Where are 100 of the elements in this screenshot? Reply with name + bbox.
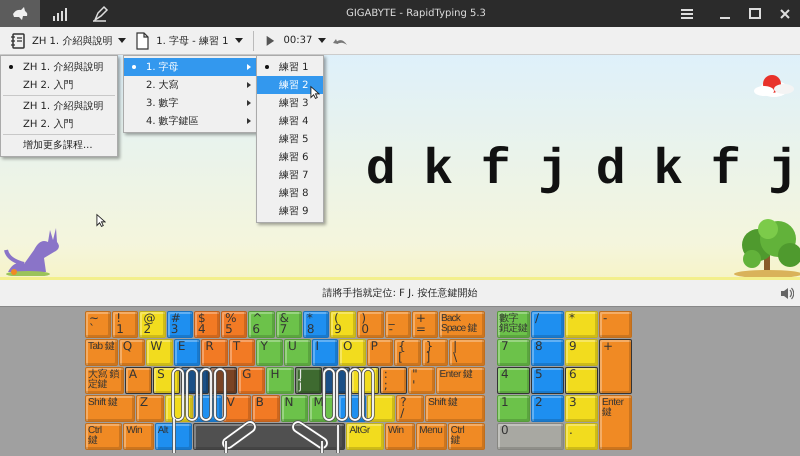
speaker-icon[interactable]: [780, 287, 794, 300]
keyboard-key: 9: [565, 339, 598, 366]
menu-item[interactable]: 練習 9: [257, 202, 323, 220]
menu-item[interactable]: 2. 大寫: [124, 76, 256, 94]
menu-item[interactable]: 練習 6: [257, 148, 323, 166]
keyboard-key: Enter 鍵: [436, 367, 485, 394]
lesson-letter: k: [652, 143, 684, 199]
keyboard-key: Back Space 鍵: [439, 311, 485, 338]
lesson-letter: j: [537, 143, 570, 199]
keyboard-key: J j: [294, 367, 322, 394]
submenu-arrow-icon: [247, 64, 251, 70]
keyboard-key: _ -: [384, 311, 411, 338]
keyboard-key: } ]: [422, 339, 448, 366]
keyboard-key: G: [238, 367, 266, 394]
menu-item[interactable]: 練習 1: [257, 58, 323, 76]
menu-item[interactable]: ZH 2. 入門: [1, 115, 117, 133]
keyboard-key: /: [531, 311, 564, 338]
keyboard-key: 大寫 鎖定鍵: [85, 367, 124, 394]
caret-icon: [118, 38, 126, 44]
timer-dropdown[interactable]: 00:37: [280, 30, 330, 52]
nav-tab[interactable]: [0, 0, 40, 27]
lesson-letter: d: [364, 143, 397, 199]
mouse-pointer-icon: [310, 85, 320, 100]
notebook-icon: [10, 32, 26, 50]
keyboard-key: & 7: [276, 311, 302, 338]
keyboard-key: Win: [384, 423, 416, 450]
menu-item[interactable]: ZH 1. 介紹與說明: [1, 97, 117, 115]
keyboard-key: 2: [531, 395, 564, 422]
keyboard-key: : ;: [380, 367, 408, 394]
submenu-arrow-icon: [247, 100, 251, 106]
menu-item[interactable]: 練習 5: [257, 130, 323, 148]
keyboard-key: + =: [412, 311, 438, 338]
menu-item[interactable]: 3. 數字: [124, 94, 256, 112]
menu-item[interactable]: 增加更多課程...: [1, 136, 117, 154]
keyboard-key: Y: [256, 339, 283, 366]
menu-item[interactable]: 練習 7: [257, 166, 323, 184]
keyboard-key: Q: [118, 339, 146, 366]
menu-icon[interactable]: [680, 6, 694, 20]
keyboard-key: P: [366, 339, 394, 366]
keyboard-key: U: [284, 339, 311, 366]
keyboard-key: 0: [497, 423, 564, 450]
close-icon[interactable]: [778, 6, 792, 20]
keyboard-key: ^ 6: [248, 311, 275, 338]
course-dropdown[interactable]: ZH 1. 介紹與說明: [6, 30, 130, 52]
keyboard-key: B: [252, 395, 280, 422]
keyboard-key: 8: [531, 339, 564, 366]
menu-item[interactable]: ZH 2. 入門: [1, 76, 117, 94]
menu-item[interactable]: 練習 4: [257, 112, 323, 130]
lesson-letter: f: [480, 143, 512, 199]
menu-item[interactable]: 4. 數字鍵區: [124, 112, 256, 130]
keyboard-key: ? /: [396, 395, 424, 422]
maximize-icon[interactable]: [748, 6, 762, 20]
keyboard-key: Ctrl 鍵: [85, 423, 122, 450]
lesson-letter: d: [594, 143, 627, 199]
pen-icon: [90, 4, 110, 22]
keyboard-key: A: [124, 367, 152, 394]
keyboard-key: Tab 鍵: [85, 339, 118, 366]
keyboard-key: 6: [565, 367, 598, 394]
keyboard-key: 4: [497, 367, 530, 394]
keyboard-key: | \: [449, 339, 485, 366]
keyboard-key: { [: [394, 339, 421, 366]
keyboard-key: Menu: [416, 423, 447, 450]
keyboard-key: ! 1: [112, 311, 138, 338]
keyboard-key: Enter 鍵: [599, 395, 632, 450]
play-icon[interactable]: [264, 34, 275, 46]
keyboard-key: .: [565, 423, 598, 450]
keyboard-key: R: [201, 339, 228, 366]
keyboard-key: Z: [136, 395, 164, 422]
keyboard-key: ) 0: [357, 311, 384, 338]
keyboard-key: 數字 鎖定鍵: [497, 311, 530, 338]
keyboard-key: I: [312, 339, 338, 366]
keyboard-key: Win: [123, 423, 154, 450]
keyboard-key: 7: [497, 339, 530, 366]
caret-icon: [318, 38, 326, 44]
menu-item[interactable]: ZH 1. 介紹與說明: [1, 58, 117, 76]
keyboard-key: 3: [565, 395, 598, 422]
keyboard-key: *: [565, 311, 598, 338]
keyboard-key: H: [266, 367, 294, 394]
caret-icon: [234, 38, 243, 44]
keyboard-key: 5: [531, 367, 564, 394]
document-icon: [134, 32, 150, 50]
keyboard-key: -: [599, 311, 632, 338]
keyboard-key: AltGr: [346, 423, 384, 450]
keyboard-key: +: [599, 339, 632, 394]
keyboard-key: T: [228, 339, 256, 366]
keyboard-key: E: [174, 339, 200, 366]
keyboard-key: ( 9: [330, 311, 356, 338]
submenu-arrow-icon: [247, 82, 251, 88]
keyboard-key: " ': [408, 367, 436, 394]
keyboard-key: 1: [497, 395, 530, 422]
keyboard-key: # 3: [166, 311, 193, 338]
menu-item[interactable]: 練習 3: [257, 94, 323, 112]
keyboard-key: Ctrl 鍵: [448, 423, 485, 450]
submenu-arrow-icon: [247, 118, 251, 124]
lesson-letter: k: [422, 143, 454, 199]
lesson-dropdown[interactable]: 1. 字母 - 練習 1: [130, 30, 247, 52]
keyboard-key: $ 4: [194, 311, 220, 338]
keyboard-key: @ 2: [139, 311, 166, 338]
menu-item[interactable]: 練習 8: [257, 184, 323, 202]
keyboard-key: Shift 鍵: [425, 395, 486, 422]
